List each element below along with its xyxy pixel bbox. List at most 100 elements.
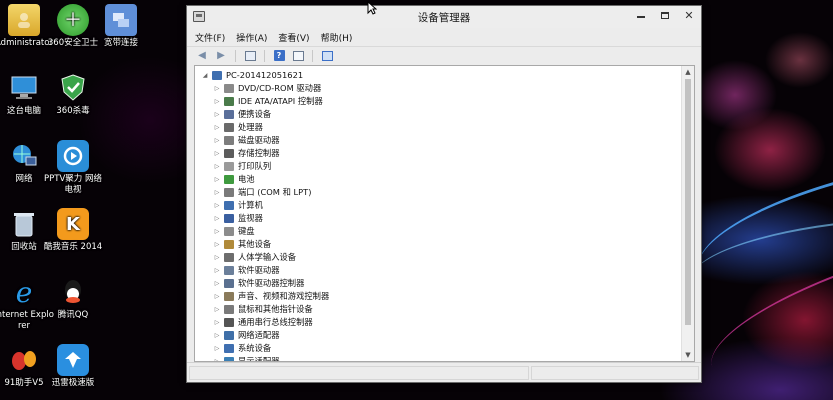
window-titlebar[interactable]: 设备管理器 ✕ bbox=[187, 6, 701, 28]
device-category-row[interactable]: ▷ 系统设备 bbox=[213, 342, 271, 355]
collapse-arrow-icon[interactable]: ▷ bbox=[213, 254, 221, 261]
maximize-button[interactable] bbox=[653, 6, 677, 24]
scroll-down-icon[interactable]: ▼ bbox=[682, 349, 694, 361]
collapse-arrow-icon[interactable]: ▷ bbox=[213, 163, 221, 170]
user-folder-icon bbox=[8, 4, 40, 36]
minimize-button[interactable] bbox=[629, 6, 653, 24]
port-icon bbox=[224, 188, 234, 197]
show-hide-tree-button[interactable] bbox=[242, 49, 258, 63]
desktop-icon-xunlei[interactable]: 迅雷极速版 bbox=[43, 344, 103, 389]
device-category-row[interactable]: ▷ 处理器 bbox=[213, 121, 263, 134]
desktop-icon-pptv[interactable]: PPTV聚力 网络电视 bbox=[43, 140, 103, 196]
device-category-row[interactable]: ▷ 端口 (COM 和 LPT) bbox=[213, 186, 311, 199]
collapse-arrow-icon[interactable]: ▷ bbox=[213, 202, 221, 209]
device-category-row[interactable]: ▷ 便携设备 bbox=[213, 108, 271, 121]
collapse-arrow-icon[interactable]: ▷ bbox=[213, 189, 221, 196]
desktop-icon-label: 360杀毒 bbox=[56, 106, 90, 116]
desktop-icon-kuwo-music[interactable]: K 酷我音乐 2014 bbox=[43, 208, 103, 253]
collapse-arrow-icon[interactable]: ▷ bbox=[213, 228, 221, 235]
collapse-arrow-icon[interactable]: ▷ bbox=[213, 345, 221, 352]
device-category-label: 其他设备 bbox=[238, 239, 272, 249]
device-category-label: 声音、视频和游戏控制器 bbox=[238, 291, 330, 301]
collapse-arrow-icon[interactable]: ▷ bbox=[213, 241, 221, 248]
back-button[interactable]: ◀ bbox=[194, 49, 210, 63]
device-category-row[interactable]: ▷ 网络适配器 bbox=[213, 329, 280, 342]
device-category-row[interactable]: ▷ 监视器 bbox=[213, 212, 263, 225]
minimize-icon bbox=[637, 16, 645, 18]
collapse-arrow-icon[interactable]: ▷ bbox=[213, 124, 221, 131]
device-category-row[interactable]: ▷ 磁盘驱动器 bbox=[213, 134, 280, 147]
device-category-row[interactable]: ▷ 鼠标和其他指针设备 bbox=[213, 303, 313, 316]
collapse-arrow-icon[interactable]: ▷ bbox=[213, 332, 221, 339]
collapse-arrow-icon[interactable]: ▷ bbox=[213, 306, 221, 313]
scrollbar-thumb[interactable] bbox=[685, 79, 691, 325]
360-antivirus-icon bbox=[57, 72, 89, 104]
device-category-row[interactable]: ▷ 电池 bbox=[213, 173, 255, 186]
collapse-arrow-icon[interactable]: ▷ bbox=[213, 111, 221, 118]
device-category-row[interactable]: ▷ 其他设备 bbox=[213, 238, 271, 251]
device-category-row[interactable]: ▷ 显示适配器 bbox=[213, 355, 280, 361]
collapse-arrow-icon[interactable]: ▷ bbox=[213, 319, 221, 326]
battery-icon bbox=[224, 175, 234, 184]
device-category-row[interactable]: ▷ 存储控制器 bbox=[213, 147, 280, 160]
device-category-label: 软件驱动器 bbox=[238, 265, 280, 275]
collapse-arrow-icon[interactable]: ▷ bbox=[213, 280, 221, 287]
menu-action[interactable]: 操作(A) bbox=[236, 31, 267, 44]
scan-hardware-button[interactable] bbox=[319, 49, 335, 63]
collapse-arrow-icon[interactable]: ▷ bbox=[213, 85, 221, 92]
menu-file[interactable]: 文件(F) bbox=[195, 31, 225, 44]
device-category-row[interactable]: ▷ 计算机 bbox=[213, 199, 263, 212]
device-category-label: 鼠标和其他指针设备 bbox=[238, 304, 313, 314]
collapse-arrow-icon[interactable]: ▷ bbox=[213, 176, 221, 183]
collapse-arrow-icon[interactable]: ▷ bbox=[213, 98, 221, 105]
collapse-arrow-icon[interactable]: ▷ bbox=[213, 137, 221, 144]
device-category-row[interactable]: ▷ 软件驱动器控制器 bbox=[213, 277, 304, 290]
forward-button[interactable]: ▶ bbox=[213, 49, 229, 63]
device-category-row[interactable]: ▷ 软件驱动器 bbox=[213, 264, 280, 277]
device-category-row[interactable]: ▷ 键盘 bbox=[213, 225, 255, 238]
menu-view[interactable]: 查看(V) bbox=[278, 31, 309, 44]
device-category-row[interactable]: ▷ 人体学输入设备 bbox=[213, 251, 296, 264]
properties-icon bbox=[292, 50, 304, 61]
desktop-icon-broadband[interactable]: 宽带连接 bbox=[91, 4, 151, 49]
close-button[interactable]: ✕ bbox=[677, 6, 701, 24]
device-manager-app-icon[interactable] bbox=[193, 11, 205, 22]
device-category-label: 系统设备 bbox=[238, 343, 272, 353]
collapse-arrow-icon[interactable]: ▷ bbox=[213, 267, 221, 274]
scroll-up-icon[interactable]: ▲ bbox=[682, 66, 694, 78]
desktop-icon-qq[interactable]: 腾讯QQ bbox=[43, 276, 103, 321]
properties-button[interactable] bbox=[290, 49, 306, 63]
expand-arrow-icon[interactable]: ◢ bbox=[201, 72, 209, 79]
collapse-arrow-icon[interactable]: ▷ bbox=[213, 150, 221, 157]
desktop-icon-360-antivirus[interactable]: 360杀毒 bbox=[43, 72, 103, 117]
collapse-arrow-icon[interactable]: ▷ bbox=[213, 293, 221, 300]
device-category-label: 监视器 bbox=[238, 213, 263, 223]
collapse-arrow-icon[interactable]: ▷ bbox=[213, 215, 221, 222]
forward-arrow-icon: ▶ bbox=[217, 50, 225, 61]
device-tree-panel[interactable]: ◢ PC-201412051621 ▷ DVD/CD-ROM 驱动器 ▷ IDE AT… bbox=[194, 65, 695, 362]
back-arrow-icon: ◀ bbox=[198, 50, 206, 61]
device-tree: ◢ PC-201412051621 ▷ DVD/CD-ROM 驱动器 ▷ IDE AT… bbox=[195, 66, 681, 361]
usb-icon bbox=[224, 318, 234, 327]
toolbar-separator bbox=[235, 49, 236, 62]
storage-controller-icon bbox=[224, 149, 234, 158]
ie-icon: e bbox=[15, 275, 33, 309]
tree-root[interactable]: ◢ PC-201412051621 bbox=[201, 69, 303, 82]
360-safe-icon: ＋ bbox=[57, 4, 89, 36]
menu-help[interactable]: 帮助(H) bbox=[321, 31, 353, 44]
toolbar-separator bbox=[312, 49, 313, 62]
vertical-scrollbar[interactable]: ▲ ▼ bbox=[681, 66, 694, 361]
disk-drive-icon bbox=[224, 136, 234, 145]
device-category-row[interactable]: ▷ DVD/CD-ROM 驱动器 bbox=[213, 82, 321, 95]
status-cell bbox=[531, 366, 699, 380]
device-category-row[interactable]: ▷ 声音、视频和游戏控制器 bbox=[213, 290, 329, 303]
device-category-row[interactable]: ▷ 打印队列 bbox=[213, 160, 271, 173]
device-category-row[interactable]: ▷ 通用串行总线控制器 bbox=[213, 316, 313, 329]
window-title: 设备管理器 bbox=[417, 11, 471, 24]
help-button[interactable]: ? bbox=[271, 49, 287, 63]
xunlei-icon bbox=[57, 344, 89, 376]
desktop-icon-label: 迅雷极速版 bbox=[51, 378, 95, 388]
device-category-row[interactable]: ▷ IDE ATA/ATAPI 控制器 bbox=[213, 95, 323, 108]
system-device-icon bbox=[224, 344, 234, 353]
portable-device-icon bbox=[224, 110, 234, 119]
